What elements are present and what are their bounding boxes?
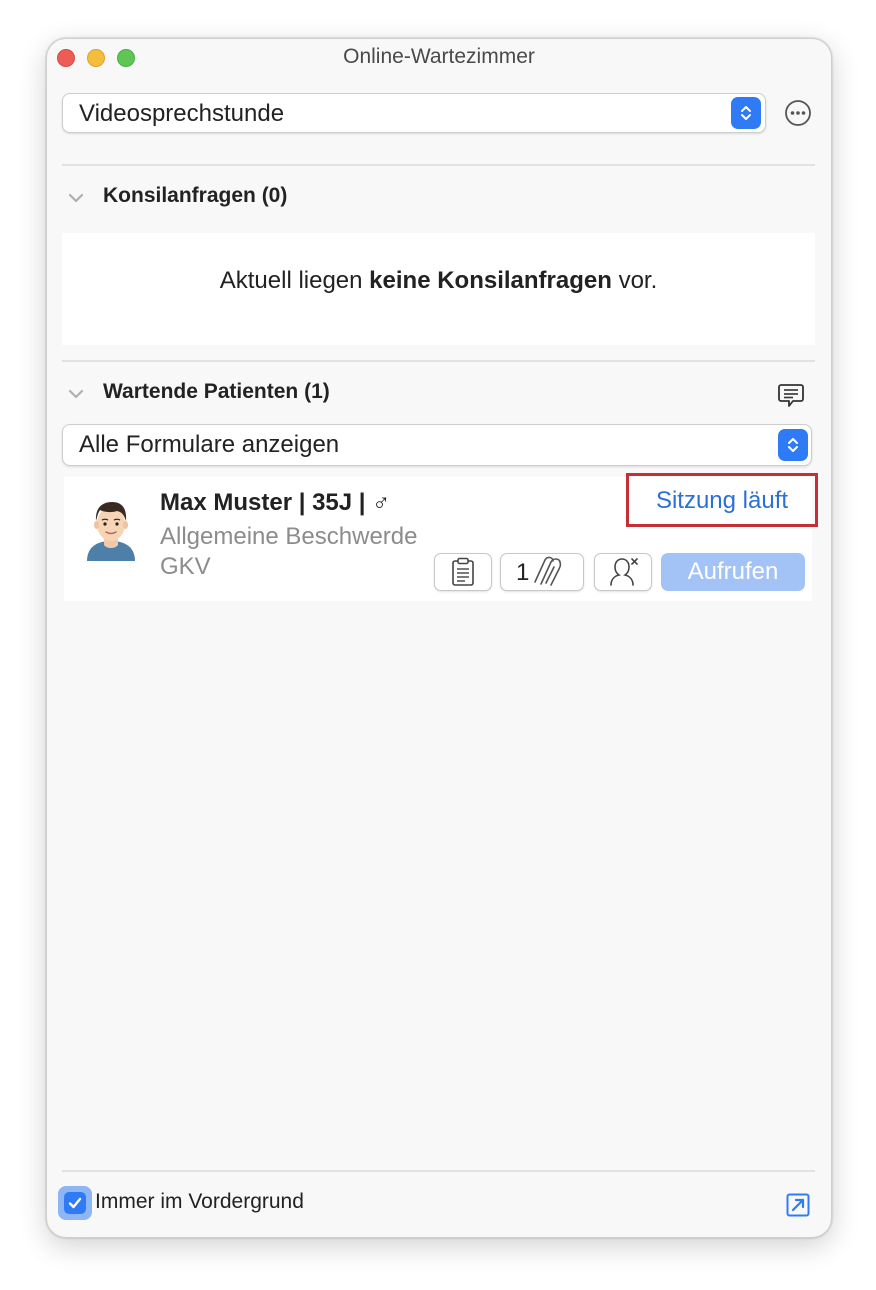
call-patient-label: Aufrufen <box>687 558 779 585</box>
checkbox-checked <box>64 1192 86 1214</box>
form-filter-select[interactable]: Alle Formulare anzeigen <box>62 424 812 466</box>
more-options-icon[interactable] <box>784 99 812 127</box>
remove-person-icon <box>610 558 638 586</box>
clipboard-icon <box>452 557 474 586</box>
konsil-section-title: Konsilanfragen (0) <box>103 184 288 207</box>
patient-avatar <box>87 502 135 561</box>
chevron-down-icon[interactable] <box>67 388 85 400</box>
title-bar: Online-Wartezimmer <box>47 39 831 79</box>
chevron-down-icon[interactable] <box>67 192 85 204</box>
attachments-button[interactable]: 1 <box>500 553 584 591</box>
konsil-empty-state: Aktuell liegen keine Konsilanfragen vor. <box>62 233 815 345</box>
popout-arrow-icon[interactable] <box>786 1193 810 1217</box>
select-stepper-icon <box>731 97 761 129</box>
waiting-section-title: Wartende Patienten (1) <box>103 380 330 403</box>
attachment-count: 1 <box>516 559 530 586</box>
consultation-type-value: Videosprechstunde <box>79 100 285 127</box>
divider <box>62 164 815 166</box>
remove-patient-button[interactable] <box>594 553 652 591</box>
divider <box>62 1170 815 1172</box>
patient-name: Max Muster | 35J | ♂ <box>160 489 391 516</box>
show-form-button[interactable] <box>434 553 492 591</box>
checkmark-icon <box>68 1197 82 1209</box>
session-status-highlight: Sitzung läuft <box>626 473 818 527</box>
select-stepper-icon <box>778 429 808 461</box>
patient-insurance: GKV <box>160 553 211 580</box>
call-patient-button[interactable]: Aufrufen <box>661 553 805 591</box>
session-running-link[interactable]: Sitzung läuft <box>629 487 815 515</box>
patient-list-item[interactable]: Max Muster | 35J | ♂ Allgemeine Beschwer… <box>64 473 818 601</box>
always-on-top-label[interactable]: Immer im Vordergrund <box>95 1190 304 1214</box>
waiting-room-window: Online-Wartezimmer Videosprechstunde Kon… <box>46 38 832 1238</box>
konsil-empty-message: Aktuell liegen keine Konsilanfragen vor. <box>219 267 658 294</box>
consultation-type-select[interactable]: Videosprechstunde <box>62 93 766 133</box>
chat-bubble-icon[interactable] <box>777 381 805 409</box>
window-title: Online-Wartezimmer <box>343 45 535 68</box>
paperclip-icon <box>534 556 562 586</box>
form-filter-value: Alle Formulare anzeigen <box>79 431 340 458</box>
divider <box>62 360 815 362</box>
always-on-top-checkbox[interactable] <box>58 1186 92 1220</box>
patient-complaint: Allgemeine Beschwerde <box>160 523 418 550</box>
